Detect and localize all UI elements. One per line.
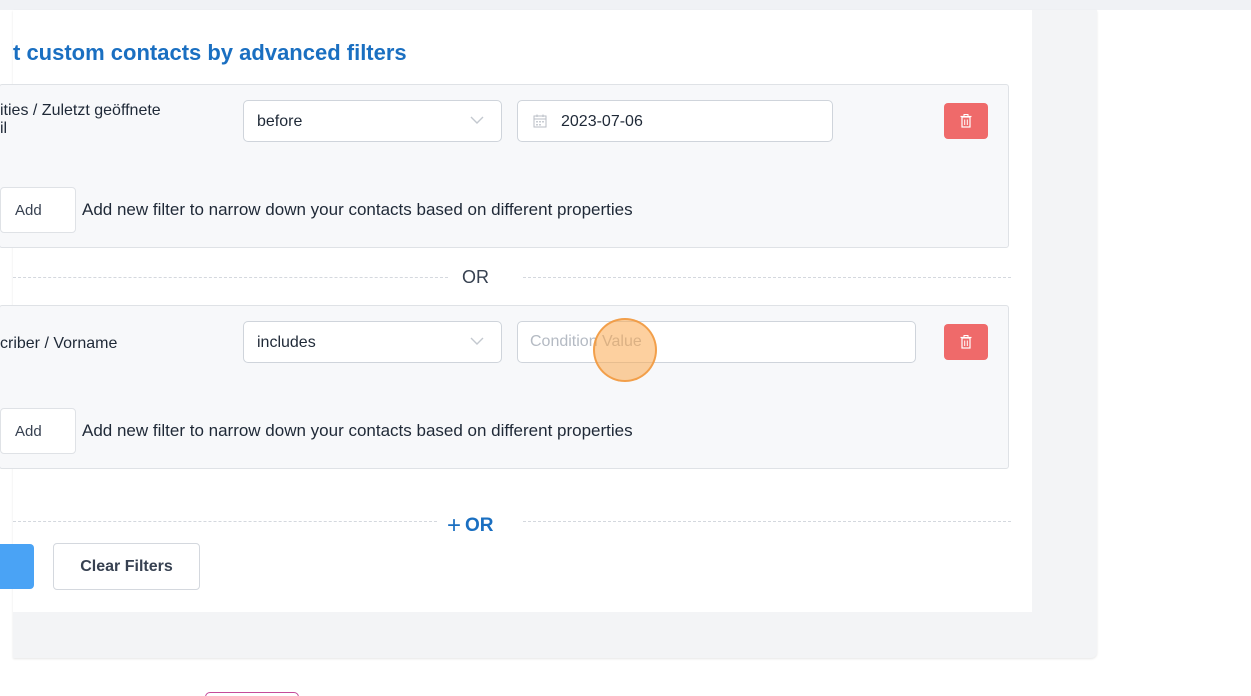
condition-value-field[interactable] [517,321,916,363]
filter-group: ities / Zuletzt geöffnete il before 2023… [0,84,1009,248]
operator-value: before [257,113,303,130]
divider [523,277,1011,278]
trash-icon [960,335,972,349]
chevron-down-icon [470,337,484,345]
add-or-group-button[interactable]: + OR [447,510,494,539]
divider [13,521,437,522]
page: t custom contacts by advanced filters it… [0,0,1251,696]
filter-property-label: ities / Zuletzt geöffnete il [0,102,161,137]
divider [13,277,448,278]
bottom-button-edge[interactable] [205,692,299,696]
add-filter-hint: Add new filter to narrow down your conta… [82,421,633,440]
condition-value-input[interactable] [518,322,915,362]
operator-value: includes [257,334,316,351]
filter-property-label: criber / Vorname [0,335,118,352]
add-filter-hint: Add new filter to narrow down your conta… [82,200,633,219]
add-filter-row: Add Add new filter to narrow down your c… [0,187,990,233]
date-picker[interactable]: 2023-07-06 [517,100,833,142]
add-or-separator: + OR [13,510,1011,539]
add-filter-row: Add Add new filter to narrow down your c… [0,408,990,454]
plus-icon: + [447,512,462,539]
add-filter-button[interactable]: Add [0,408,76,454]
add-or-label: OR [465,515,494,536]
delete-filter-button[interactable] [944,103,988,139]
chevron-down-icon [470,116,484,124]
section-title: t custom contacts by advanced filters [13,40,407,65]
or-label: OR [462,267,489,287]
or-separator: OR [13,266,1011,290]
add-filter-button[interactable]: Add [0,187,76,233]
delete-filter-button[interactable] [944,324,988,360]
calendar-icon [533,114,547,128]
date-value: 2023-07-06 [561,113,643,130]
apply-filters-button[interactable] [0,544,34,589]
advanced-filters-card: t custom contacts by advanced filters it… [0,10,1032,612]
top-bar-strip [0,0,1251,10]
divider [523,521,1011,522]
clear-filters-button[interactable]: Clear Filters [53,543,200,590]
operator-select[interactable]: includes [243,321,502,363]
trash-icon [960,114,972,128]
operator-select[interactable]: before [243,100,502,142]
filter-group: criber / Vorname includes Condition Valu… [0,305,1009,469]
